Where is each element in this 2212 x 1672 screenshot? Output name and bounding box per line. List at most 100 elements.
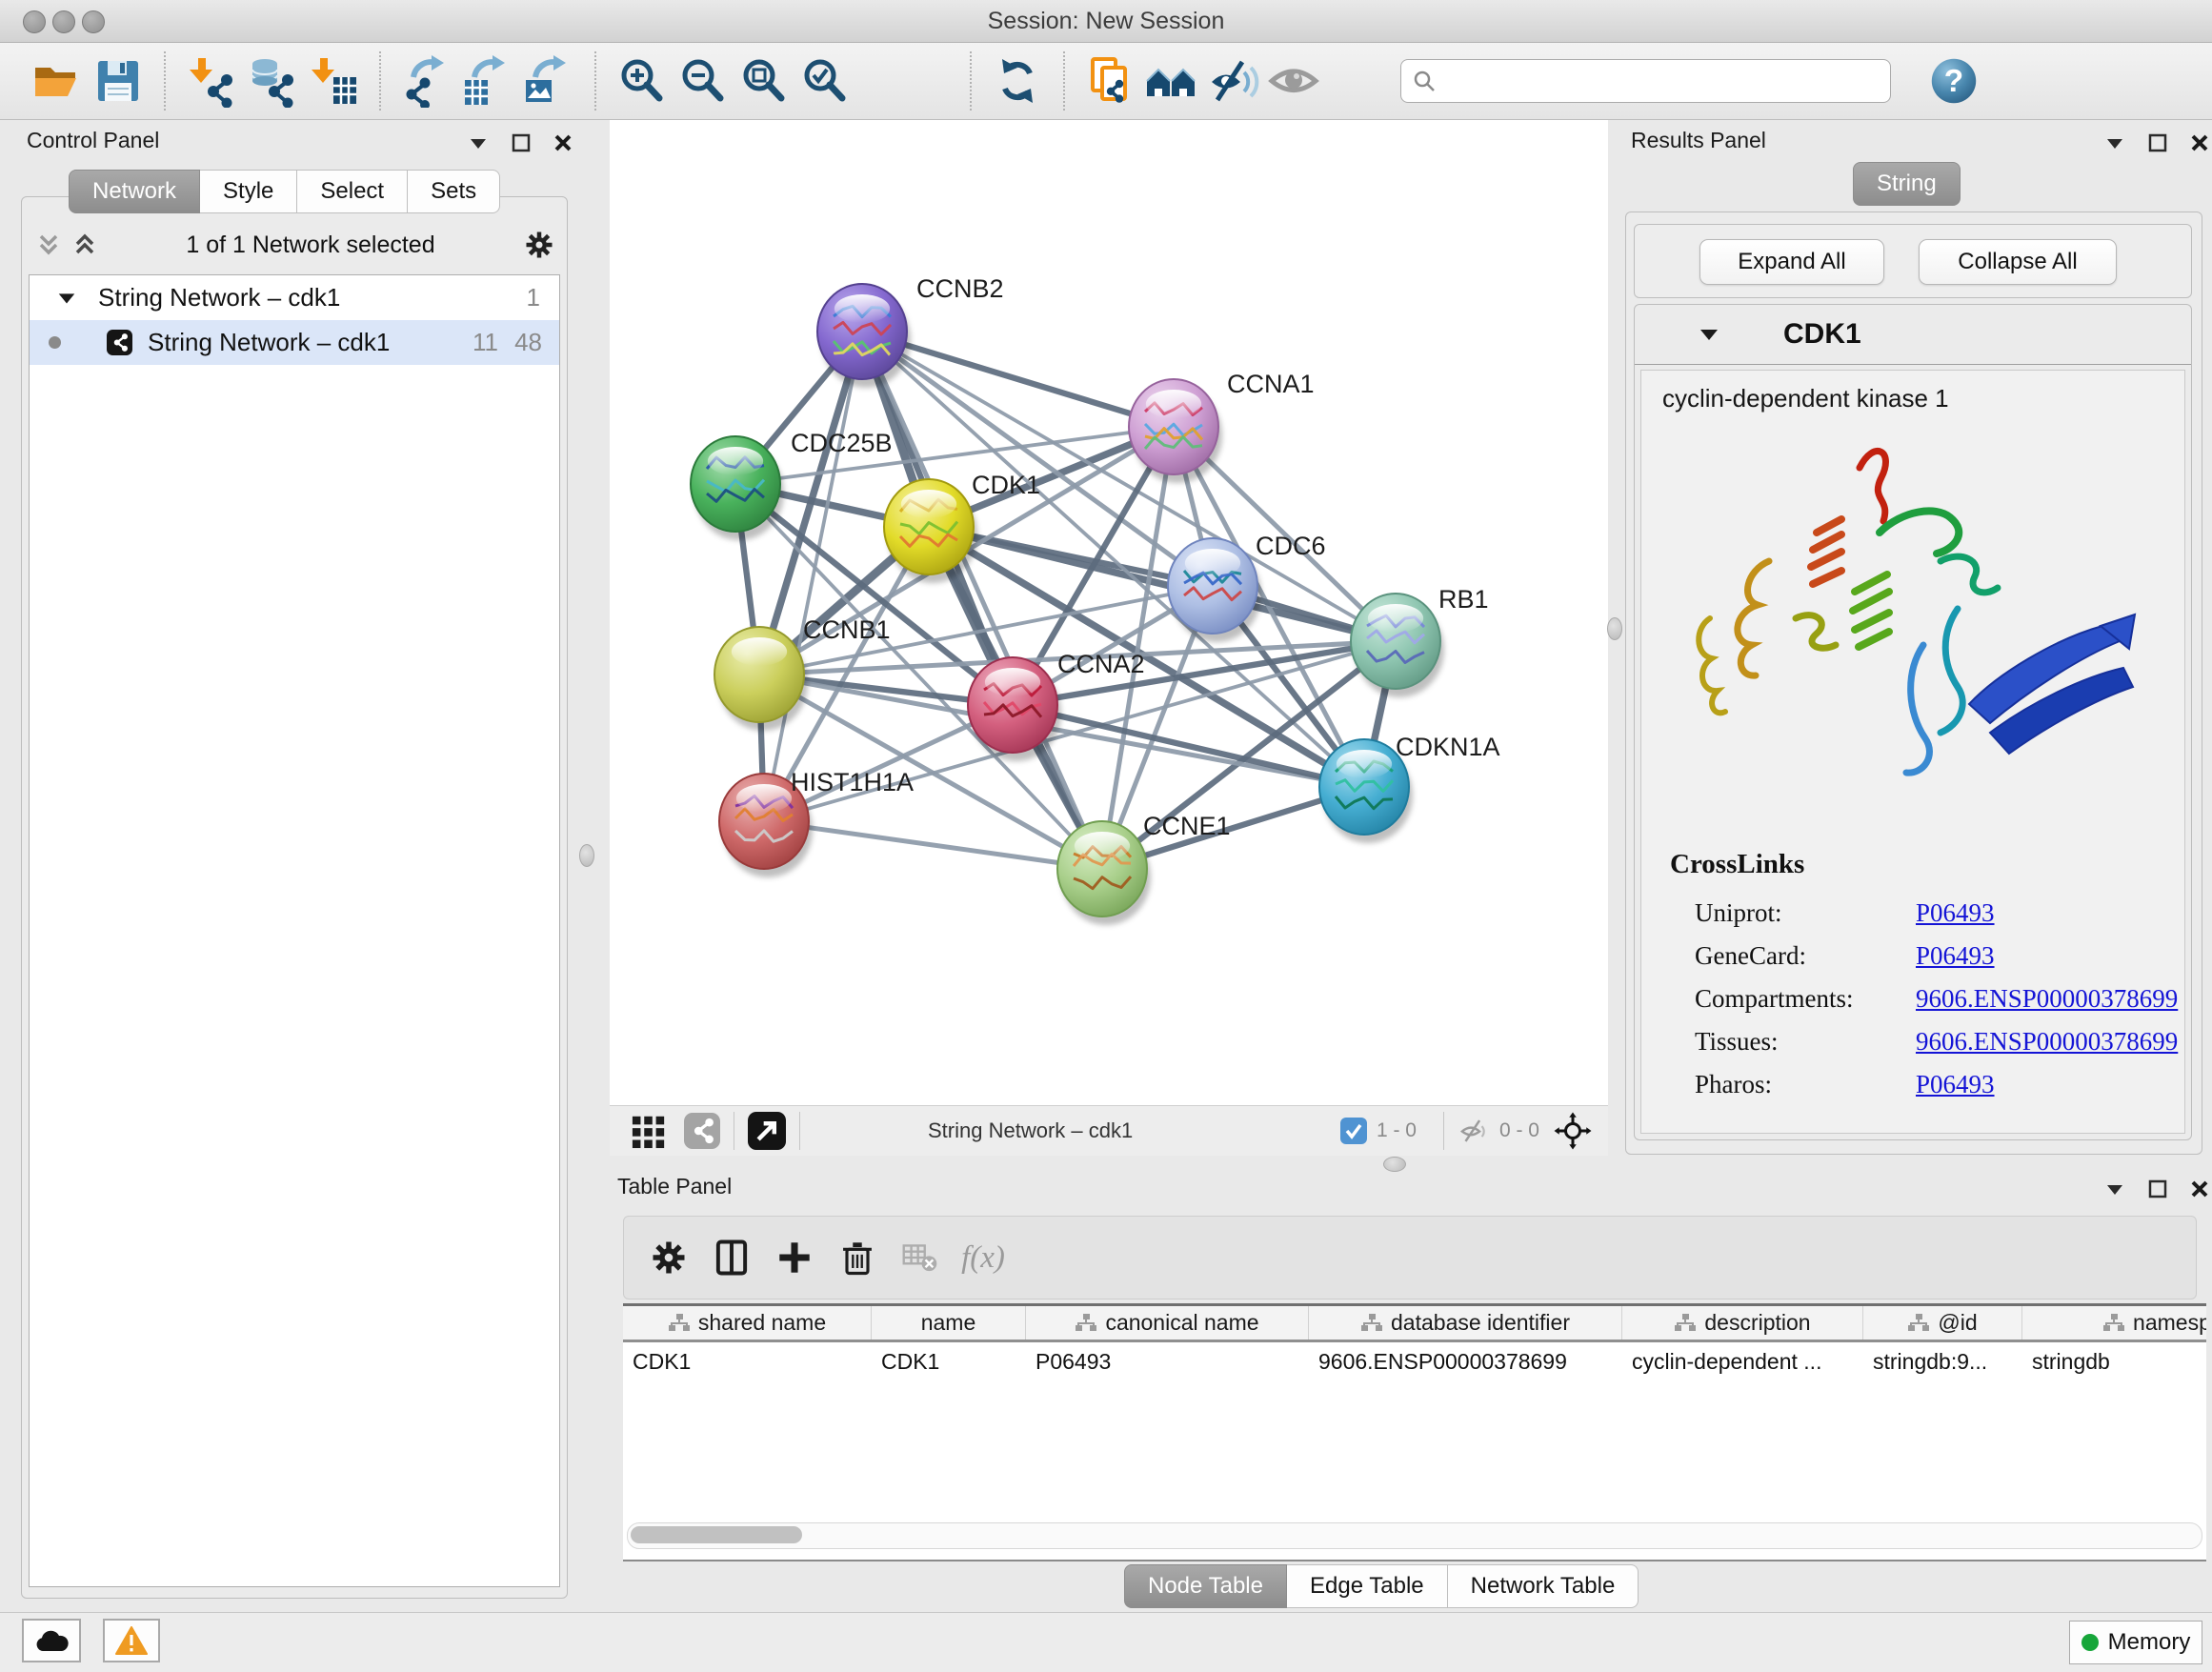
table-options-gear-icon[interactable] <box>637 1226 700 1289</box>
table-cell[interactable]: CDK1 <box>623 1342 872 1380</box>
network-node-CDKN1A[interactable]: CDKN1A <box>1319 733 1500 843</box>
horizontal-scrollbar[interactable] <box>627 1522 2202 1549</box>
export-network-icon[interactable] <box>396 50 457 111</box>
column-header-database-identifier[interactable]: database identifier <box>1309 1306 1622 1340</box>
tab-select[interactable]: Select <box>297 170 408 213</box>
panel-float-icon[interactable] <box>2147 132 2168 153</box>
column-header-namespace[interactable]: namespace <box>2022 1306 2206 1340</box>
network-node-CDK1[interactable]: CDK1 <box>884 471 1040 583</box>
import-network-file-icon[interactable] <box>181 50 242 111</box>
table-cell[interactable]: P06493 <box>1026 1342 1309 1380</box>
table-row[interactable]: CDK1CDK1P064939606.ENSP00000378699cyclin… <box>623 1342 2206 1380</box>
network-graph[interactable]: CCNB2CCNA1CDC25BCDK1CDC6RB1CCNB1CCNA2CDK… <box>610 120 1608 1105</box>
network-node-CCNB1[interactable]: CCNB1 <box>714 615 891 731</box>
tab-sets[interactable]: Sets <box>408 170 500 213</box>
function-builder-icon: f(x) <box>952 1226 1015 1289</box>
panel-close-icon[interactable] <box>2189 1178 2210 1199</box>
network-node-CCNA1[interactable]: CCNA1 <box>1129 370 1315 483</box>
tab-network-table[interactable]: Network Table <box>1448 1564 1639 1608</box>
network-node-HIST1H1A[interactable]: HIST1H1A <box>719 768 914 877</box>
fit-selected-crosshair-icon[interactable] <box>1553 1111 1593 1151</box>
zoom-selected-icon[interactable] <box>794 50 855 111</box>
tab-style[interactable]: Style <box>200 170 297 213</box>
crosslink-link[interactable]: 9606.ENSP00000378699 <box>1916 984 2178 1014</box>
zoom-out-icon[interactable] <box>673 50 734 111</box>
section-collapse-icon[interactable] <box>1698 323 1720 346</box>
column-header-name[interactable]: name <box>872 1306 1026 1340</box>
open-session-icon[interactable] <box>27 50 88 111</box>
panel-float-icon[interactable] <box>511 132 532 153</box>
create-column-plus-icon[interactable] <box>763 1226 826 1289</box>
network-node-RB1[interactable]: RB1 <box>1351 585 1489 697</box>
import-network-database-icon[interactable] <box>242 50 303 111</box>
table-cell[interactable]: 9606.ENSP00000378699 <box>1309 1342 1622 1380</box>
warning-status-button[interactable] <box>103 1619 160 1662</box>
panel-menu-icon[interactable] <box>467 131 490 154</box>
left-splitter-handle[interactable] <box>579 844 594 867</box>
crosslink-link[interactable]: P06493 <box>1916 1070 1995 1099</box>
tab-string[interactable]: String <box>1853 162 1961 206</box>
delete-column-trash-icon[interactable] <box>826 1226 889 1289</box>
show-columns-icon[interactable] <box>700 1226 763 1289</box>
help-button[interactable]: ? <box>1929 56 1979 106</box>
save-session-icon[interactable] <box>88 50 149 111</box>
column-header--id[interactable]: @id <box>1863 1306 2022 1340</box>
collection-expand-icon[interactable] <box>56 288 77 309</box>
network-node-CCNA2[interactable]: CCNA2 <box>968 650 1145 761</box>
collapse-all-networks-icon[interactable] <box>70 231 99 259</box>
network-node-CCNB2[interactable]: CCNB2 <box>817 274 1004 388</box>
crosslink-link[interactable]: 9606.ENSP00000378699 <box>1916 1027 2178 1057</box>
network-row[interactable]: String Network – cdk1 11 48 <box>30 320 559 365</box>
crosslink-link[interactable]: P06493 <box>1916 941 1995 971</box>
network-canvas[interactable]: CCNB2CCNA1CDC25BCDK1CDC6RB1CCNB1CCNA2CDK… <box>610 120 1608 1105</box>
hidden-items-icon[interactable] <box>1458 1115 1490 1147</box>
tab-edge-table[interactable]: Edge Table <box>1287 1564 1448 1608</box>
grid-view-icon[interactable] <box>631 1113 667 1149</box>
crosslink-row: Uniprot:P06493 <box>1695 898 2184 928</box>
network-node-CCNE1[interactable]: CCNE1 <box>1057 812 1231 925</box>
selected-nodes-checkbox-icon[interactable] <box>1340 1118 1367 1144</box>
zoom-in-icon[interactable] <box>612 50 673 111</box>
panel-close-icon[interactable] <box>553 132 573 153</box>
first-neighbors-icon[interactable] <box>1141 50 1202 111</box>
gene-section-header[interactable]: CDK1 <box>1635 305 2191 365</box>
gene-name: CDK1 <box>1783 318 1861 351</box>
clone-network-icon[interactable] <box>1080 50 1141 111</box>
panel-float-icon[interactable] <box>2147 1178 2168 1199</box>
import-table-file-icon[interactable] <box>303 50 364 111</box>
network-collection-row[interactable]: String Network – cdk1 1 <box>30 275 559 320</box>
panel-menu-icon[interactable] <box>2103 1178 2126 1200</box>
zoom-fit-icon[interactable] <box>734 50 794 111</box>
table-cell[interactable]: stringdb:9... <box>1863 1342 2022 1380</box>
column-type-icon <box>1907 1313 1930 1334</box>
refresh-view-icon[interactable] <box>987 50 1048 111</box>
show-all-icon[interactable] <box>1263 50 1324 111</box>
panel-menu-icon[interactable] <box>2103 131 2126 154</box>
search-input[interactable] <box>1400 59 1891 103</box>
column-header-description[interactable]: description <box>1622 1306 1863 1340</box>
network-options-gear-icon[interactable] <box>522 228 556 262</box>
column-header-canonical-name[interactable]: canonical name <box>1026 1306 1309 1340</box>
collapse-all-button[interactable]: Collapse All <box>1919 239 2117 285</box>
cloud-icon <box>34 1628 69 1653</box>
table-cell[interactable]: stringdb <box>2022 1342 2206 1380</box>
expand-all-button[interactable]: Expand All <box>1699 239 1884 285</box>
network-node-CDC25B[interactable]: CDC25B <box>691 429 893 540</box>
network-share-icon[interactable] <box>684 1113 720 1149</box>
column-header-shared-name[interactable]: shared name <box>623 1306 872 1340</box>
export-image-icon[interactable] <box>518 50 579 111</box>
export-table-icon[interactable] <box>457 50 518 111</box>
tab-node-table[interactable]: Node Table <box>1124 1564 1287 1608</box>
birdseye-view-icon[interactable] <box>748 1112 786 1150</box>
panel-close-icon[interactable] <box>2189 132 2210 153</box>
table-cell[interactable]: cyclin-dependent ... <box>1622 1342 1863 1380</box>
scrollbar-thumb[interactable] <box>631 1526 802 1543</box>
crosslink-link[interactable]: P06493 <box>1916 898 1995 928</box>
cloud-status-button[interactable] <box>22 1619 81 1662</box>
hide-selected-icon[interactable] <box>1202 50 1263 111</box>
expand-all-networks-icon[interactable] <box>34 231 63 259</box>
tab-network[interactable]: Network <box>69 170 200 213</box>
table-cell[interactable]: CDK1 <box>872 1342 1026 1380</box>
memory-button[interactable]: Memory <box>2069 1621 2202 1664</box>
network-edge-HIST1H1A-CCNE1[interactable] <box>764 821 1102 869</box>
